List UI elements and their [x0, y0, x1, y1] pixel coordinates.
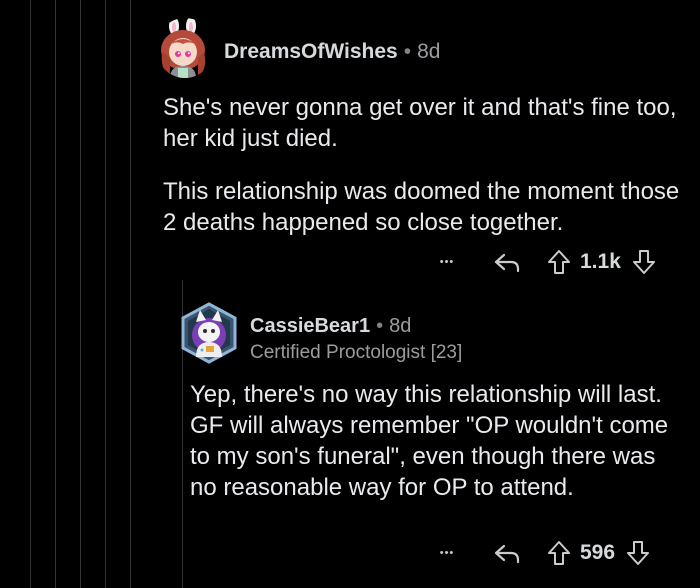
vote-score: 1.1k — [580, 250, 621, 273]
upvote-button[interactable] — [546, 249, 572, 275]
comment-paragraph: She's never gonna get over it and that's… — [163, 94, 677, 152]
downvote-icon — [632, 250, 655, 274]
user-flair: Certified Proctologist [23] — [250, 342, 463, 363]
cat-avatar-icon — [181, 302, 237, 364]
meta-separator: • — [403, 40, 412, 63]
upvote-icon — [548, 541, 570, 565]
upvote-button[interactable] — [546, 540, 572, 566]
user-avatar[interactable] — [178, 302, 240, 364]
comment-actions: ••• 596 — [434, 539, 651, 567]
upvote-icon — [548, 250, 570, 274]
comment-meta: CassieBear1 • 8d — [250, 315, 411, 338]
comment-body: She's never gonna get over it and that's… — [163, 92, 683, 238]
comment-paragraph: This relationship was doomed the moment … — [163, 178, 680, 236]
comment-actions: ••• 1.1k — [434, 248, 657, 276]
comment-cassiebear1: CassieBear1 • 8d Certified Proctologist … — [0, 290, 700, 588]
more-icon: ••• — [439, 256, 455, 268]
comment-age: 8d — [417, 40, 441, 63]
bunny-avatar-icon — [161, 18, 206, 78]
more-options-button[interactable]: ••• — [434, 256, 460, 268]
reply-button[interactable] — [492, 541, 522, 565]
downvote-icon — [627, 541, 650, 565]
comment-age: 8d — [389, 315, 412, 337]
downvote-button[interactable] — [631, 249, 657, 275]
downvote-button[interactable] — [625, 540, 651, 566]
vote-score: 596 — [580, 541, 616, 564]
comment-dreamsofwishes: DreamsOfWishes • 8d She's never gonna ge… — [0, 0, 700, 290]
more-options-button[interactable]: ••• — [434, 547, 460, 559]
comment-meta: DreamsOfWishes • 8d — [224, 40, 440, 64]
author-name[interactable]: CassieBear1 — [250, 315, 370, 338]
more-icon: ••• — [439, 547, 455, 559]
reply-icon — [494, 544, 520, 564]
comment-paragraph: Yep, there's no way this relationship wi… — [190, 381, 669, 501]
user-avatar[interactable] — [156, 18, 214, 78]
comment-body: Yep, there's no way this relationship wi… — [190, 379, 682, 503]
reply-button[interactable] — [492, 250, 522, 274]
reply-icon — [494, 253, 520, 273]
meta-separator: • — [376, 315, 384, 337]
author-name[interactable]: DreamsOfWishes — [224, 40, 398, 64]
